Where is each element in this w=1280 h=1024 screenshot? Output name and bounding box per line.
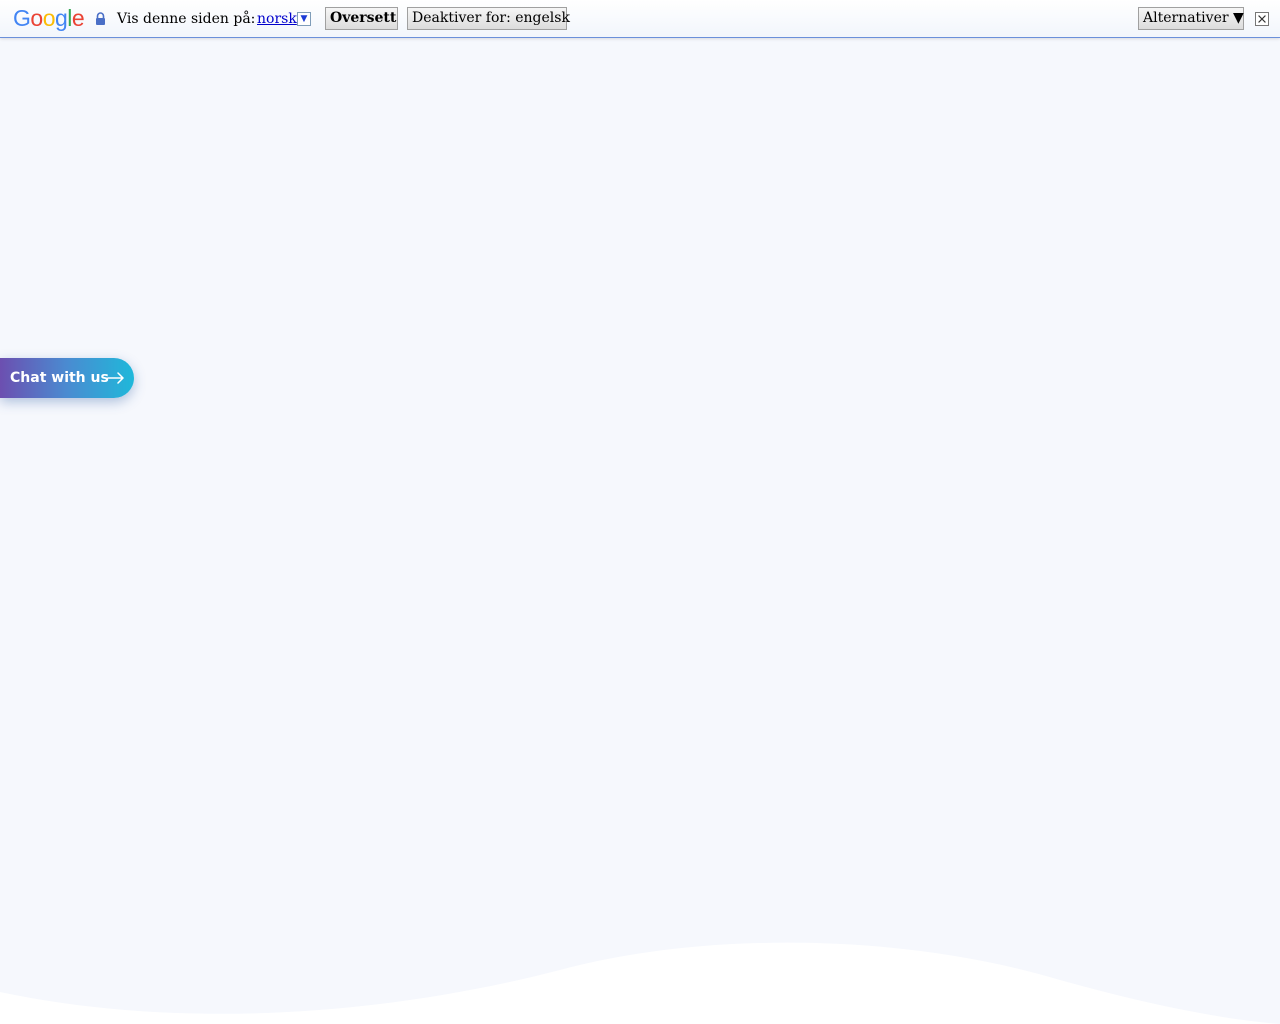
translate-prompt: Vis denne siden på:	[117, 11, 256, 27]
google-translate-bar: Google Vis denne siden på: norsk ▼ Overs…	[0, 0, 1280, 38]
google-logo: Google	[13, 5, 85, 31]
options-button[interactable]: Alternativer ▼	[1138, 7, 1244, 30]
target-language-link[interactable]: norsk	[257, 10, 297, 28]
close-icon[interactable]	[1255, 12, 1269, 26]
footer-wave	[0, 942, 1280, 1024]
translate-button[interactable]: Oversett	[325, 7, 398, 30]
disable-for-language-button[interactable]: Deaktiver for: engelsk	[407, 7, 570, 30]
arrow-right-icon	[107, 372, 124, 384]
dropdown-arrow-icon[interactable]: ▼	[297, 12, 311, 26]
lock-icon	[96, 12, 105, 25]
chat-button-label: Chat with us	[10, 370, 109, 386]
chat-with-us-button[interactable]: Chat with us	[0, 358, 134, 398]
